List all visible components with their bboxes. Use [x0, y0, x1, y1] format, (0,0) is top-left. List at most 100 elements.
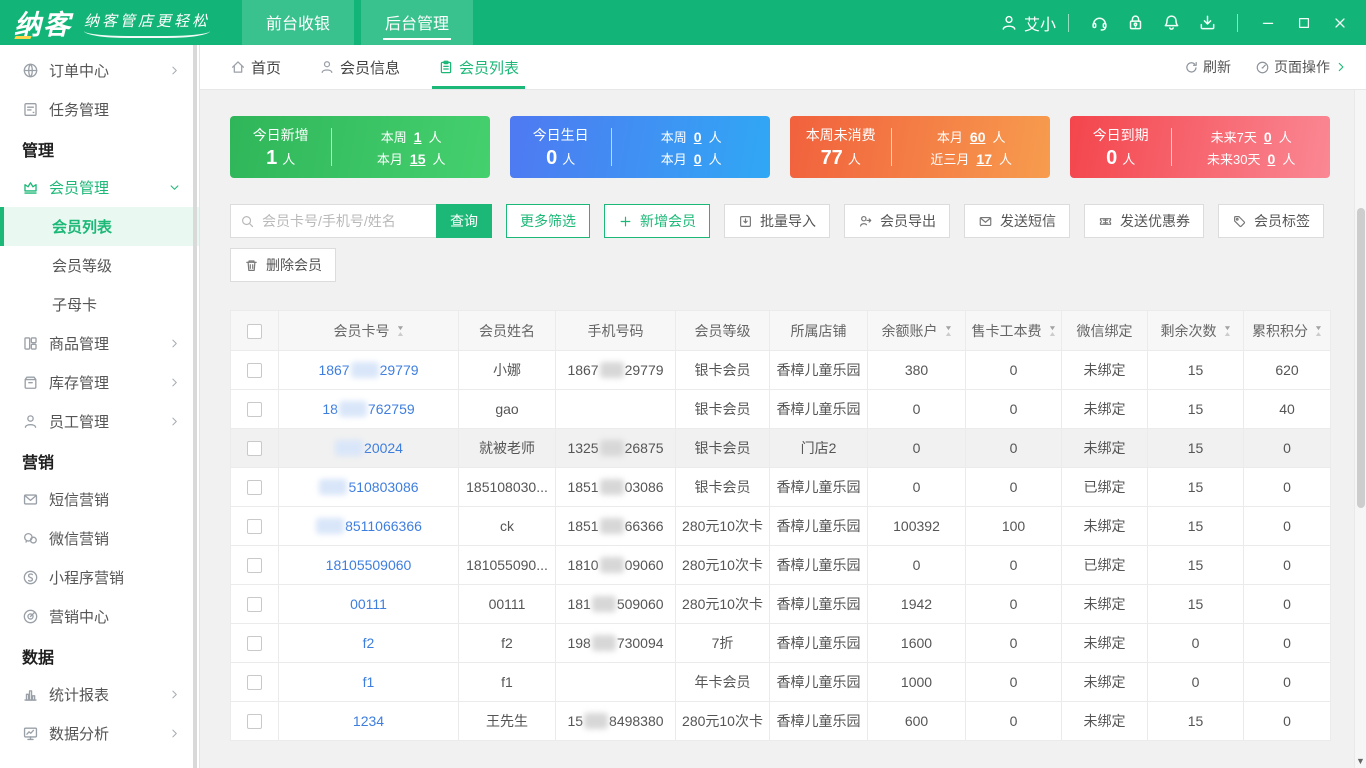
card-sub-value[interactable]: 0: [694, 129, 702, 145]
main-scrollbar[interactable]: ▼: [1354, 90, 1366, 768]
chevron-right-icon: [168, 376, 181, 389]
cell-member-name: 185108030...: [458, 467, 556, 507]
page-tab-0[interactable]: 首页: [230, 45, 281, 89]
member-card-link[interactable]: 1867 29779: [318, 362, 419, 378]
card-sub-value[interactable]: 15: [410, 151, 426, 167]
card-sub-value[interactable]: 17: [976, 151, 992, 167]
row-checkbox[interactable]: [247, 558, 262, 574]
row-checkbox[interactable]: [247, 480, 262, 496]
minimize-button[interactable]: [1250, 15, 1286, 31]
member-card-link[interactable]: 1234: [353, 713, 384, 729]
sidebar-item-8[interactable]: 库存管理: [0, 363, 199, 402]
sidebar-item-14[interactable]: 营销中心: [0, 597, 199, 636]
toolbar-button-5[interactable]: 发送优惠券: [1084, 204, 1204, 238]
page-action-1[interactable]: 页面操作: [1255, 57, 1348, 77]
mode-tab-0[interactable]: 前台收银: [242, 0, 355, 45]
scrollbar-thumb[interactable]: [1357, 208, 1365, 508]
plus-icon: [618, 214, 633, 229]
row-checkbox[interactable]: [247, 714, 262, 730]
sidebar-item-0[interactable]: 订单中心: [0, 51, 199, 90]
sidebar-subitem-6[interactable]: 子母卡: [0, 285, 199, 324]
close-button[interactable]: [1322, 15, 1358, 31]
maximize-button[interactable]: [1286, 15, 1322, 31]
sidebar-item-3[interactable]: 会员管理: [0, 168, 199, 207]
sidebar-subitem-4[interactable]: 会员列表: [0, 207, 199, 246]
search-input[interactable]: [262, 213, 427, 229]
bell-icon[interactable]: [1153, 13, 1189, 32]
download-icon[interactable]: [1189, 13, 1225, 32]
search-button[interactable]: 查询: [436, 204, 492, 238]
toolbar-button-1[interactable]: 新增会员: [604, 204, 710, 238]
cell-level: 银卡会员: [675, 389, 770, 429]
sort-icon[interactable]: ▼ ▲: [396, 325, 405, 338]
sort-icon[interactable]: ▼ ▲: [1223, 325, 1232, 338]
cell-phone: [555, 389, 676, 429]
column-header-8[interactable]: 剩余次数 ▼ ▲: [1147, 310, 1244, 351]
column-header-0[interactable]: 会员卡号 ▼ ▲: [278, 310, 459, 351]
delete-member-button[interactable]: 删除会员: [230, 248, 336, 282]
row-checkbox[interactable]: [247, 675, 262, 691]
app-body: 订单中心 任务管理 管理 会员管理 会员列表 会员等级 子母卡 商品管理 库存管理 员工管理 营销短…: [0, 45, 1366, 768]
sidebar-item-7[interactable]: 商品管理: [0, 324, 199, 363]
toolbar-button-2[interactable]: 批量导入: [724, 204, 830, 238]
column-header-9[interactable]: 累积积分 ▼ ▲: [1243, 310, 1331, 351]
member-card-link[interactable]: 18105509060: [326, 557, 412, 573]
row-checkbox[interactable]: [247, 519, 262, 535]
row-checkbox[interactable]: [247, 636, 262, 652]
member-card-link[interactable]: 00111: [350, 596, 387, 612]
sidebar-item-12[interactable]: 微信营销: [0, 519, 199, 558]
column-header-5[interactable]: 余额账户 ▼ ▲: [867, 310, 966, 351]
member-card-link[interactable]: 20024: [334, 440, 403, 456]
chevron-down-icon: [168, 181, 181, 194]
cell-balance: 0: [867, 389, 966, 429]
member-card-link[interactable]: f1: [363, 674, 375, 690]
cell-member-name: f2: [458, 623, 556, 663]
row-checkbox[interactable]: [247, 363, 262, 379]
member-card-link[interactable]: f2: [363, 635, 375, 651]
sidebar-item-16[interactable]: 统计报表: [0, 675, 199, 714]
card-sub-stat: 近三月 17 人: [930, 150, 1012, 167]
card-sub-value[interactable]: 0: [694, 151, 702, 167]
mode-tab-1[interactable]: 后台管理: [361, 0, 474, 45]
sort-icon[interactable]: ▼ ▲: [944, 325, 953, 338]
sort-icon[interactable]: ▼ ▲: [1314, 325, 1323, 338]
chevron-right-icon: [168, 337, 181, 350]
card-main-value: 0人: [1106, 146, 1136, 169]
row-checkbox[interactable]: [247, 597, 262, 613]
sidebar-item-17[interactable]: 数据分析: [0, 714, 199, 753]
member-card-link[interactable]: 510803086: [318, 479, 419, 495]
column-header-6[interactable]: 售卡工本费 ▼ ▲: [965, 310, 1062, 351]
headset-icon[interactable]: [1081, 13, 1117, 32]
row-checkbox[interactable]: [247, 402, 262, 418]
sidebar-item-11[interactable]: 短信营销: [0, 480, 199, 519]
page-tab-2[interactable]: 会员列表: [432, 45, 526, 89]
toolbar-button-3[interactable]: 会员导出: [844, 204, 950, 238]
member-card-link[interactable]: 18 762759: [322, 401, 415, 417]
sidebar-item-9[interactable]: 员工管理: [0, 402, 199, 441]
mail-icon: [978, 214, 993, 229]
titlebar-icons: [1081, 13, 1225, 32]
member-card-link[interactable]: 8511066366: [315, 518, 422, 534]
user-menu[interactable]: 艾小: [1000, 11, 1056, 35]
sidebar-item-1[interactable]: 任务管理: [0, 90, 199, 129]
logo-slogan: 纳客管店更轻松: [84, 10, 211, 38]
page-action-0[interactable]: 刷新: [1184, 57, 1231, 77]
page-tab-1[interactable]: 会员信息: [319, 45, 400, 89]
card-sub-value[interactable]: 0: [1264, 129, 1272, 145]
card-main-label: 本周未消费: [805, 126, 876, 143]
toolbar-button-4[interactable]: 发送短信: [964, 204, 1070, 238]
row-checkbox[interactable]: [247, 441, 262, 457]
card-sub-value[interactable]: 60: [970, 129, 986, 145]
toolbar-button-6[interactable]: 会员标签: [1218, 204, 1324, 238]
select-all-checkbox[interactable]: [247, 323, 262, 339]
toolbar-button-0[interactable]: 更多筛选: [506, 204, 590, 238]
card-sub-value[interactable]: 1: [414, 129, 422, 145]
sort-icon[interactable]: ▼ ▲: [1048, 325, 1057, 338]
scrollbar-down-arrow[interactable]: ▼: [1355, 756, 1366, 766]
sidebar-item-13[interactable]: 小程序营销: [0, 558, 199, 597]
chevron-right-icon: [168, 727, 181, 740]
cell-store: 香樟儿童乐园: [769, 701, 868, 741]
card-sub-value[interactable]: 0: [1268, 151, 1276, 167]
lock-icon[interactable]: [1117, 13, 1153, 32]
sidebar-subitem-5[interactable]: 会员等级: [0, 246, 199, 285]
